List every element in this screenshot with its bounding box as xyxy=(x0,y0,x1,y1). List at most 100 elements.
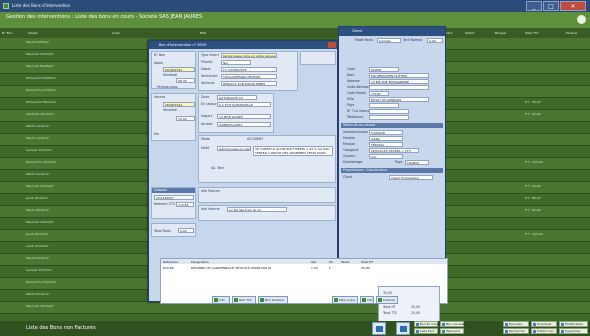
line-pu[interactable]: F xyxy=(329,266,331,270)
row-date: Samedi 12/10/12 xyxy=(26,148,52,152)
priorite-field[interactable]: Nul xyxy=(221,60,251,65)
print-icon[interactable] xyxy=(372,322,386,335)
supprimer-button[interactable]: Supprimer xyxy=(559,328,588,334)
nom-field[interactable]: MR SEBASTIEN DUTHEIL xyxy=(369,73,429,78)
depot-field[interactable]: FC AUTOROUTE xyxy=(221,67,277,72)
col-header-statut[interactable]: Statut xyxy=(465,31,474,35)
bon-livraison-button[interactable]: Bon livraison xyxy=(258,296,288,304)
couleur-field[interactable]: gris xyxy=(369,154,403,159)
maximize-button[interactable]: □ xyxy=(543,1,559,11)
col-header-etat[interactable]: Etat xyxy=(200,31,206,35)
suite-field[interactable] xyxy=(369,85,429,90)
row-date: Dimanche 13/10/12 xyxy=(26,160,56,164)
total-poids-field[interactable]: 0,00 xyxy=(178,228,194,233)
line-desig[interactable]: DEPANNE DE GARDIENNAGE VEHICULE LEGER PA… xyxy=(191,266,271,270)
settings-icon[interactable] xyxy=(577,15,586,24)
bon-en-cours-button[interactable]: Bon En Cours xyxy=(414,321,440,327)
app-header: Gestion des interventions : Liste des bo… xyxy=(0,12,590,28)
mise-a-jour-button[interactable]: Mise a jour xyxy=(332,296,358,304)
modele-field[interactable]: A4/RS xyxy=(369,136,403,141)
col-header-num[interactable]: N° Bon xyxy=(2,31,13,35)
line-qte[interactable]: 1,00 xyxy=(311,266,318,270)
cp-field[interactable]: 77160 xyxy=(369,91,389,96)
col-header-bloquer[interactable]: Bloquer xyxy=(495,31,507,35)
appel-date-field[interactable]: 09/08/2012 xyxy=(163,67,195,72)
bon-nouveau-button[interactable]: Bon nouveau xyxy=(440,321,466,327)
total-ht-label: Total HT xyxy=(383,305,396,309)
cloturer-button[interactable]: Cloturer xyxy=(376,296,398,304)
referent-field[interactable]: 170,83 xyxy=(176,202,194,207)
bon-dialog-close-button[interactable] xyxy=(328,42,336,48)
recherche-button[interactable]: Recherche xyxy=(503,328,529,334)
depart-field[interactable]: 14 JEAN JAURES xyxy=(217,114,271,119)
info-interne-field[interactable]: en att des frais du vh xyxy=(227,207,287,212)
col-header-ttc[interactable]: Total TTC xyxy=(525,31,539,35)
code-field[interactable]: OIVIER xyxy=(369,67,399,72)
appel2-field[interactable]: 10:00 xyxy=(176,116,195,121)
mode-facturation-field[interactable]: Compte xyxy=(377,38,401,43)
info2-button[interactable]: Info xyxy=(360,296,374,304)
adresse-label: Adresse xyxy=(347,79,360,83)
km-label: Km xyxy=(154,132,160,136)
note-field[interactable]: VH CARRE LE QUON PAR THIERRY 1,43 % AU D… xyxy=(253,146,333,156)
categorie-label: Categorie xyxy=(343,148,359,152)
appel-label: Appel xyxy=(154,61,164,65)
ville-field[interactable]: BUSSY ST GEORGES xyxy=(369,97,429,102)
info-button[interactable]: Info xyxy=(212,296,230,304)
telephone-field[interactable] xyxy=(369,115,409,120)
pays-field[interactable] xyxy=(369,103,399,108)
type-label: Type Interv xyxy=(201,53,219,57)
close-button[interactable]: ✕ xyxy=(560,1,586,11)
referent-label: Referent (TTC) xyxy=(154,202,177,206)
categorie-field[interactable]: VEHICULES LEGERS < 1T5 xyxy=(369,148,419,153)
col-header-libelle[interactable]: Libelle xyxy=(28,31,38,35)
mode-box: Mode ACCIDENT Motif Gardiennage Accueil … xyxy=(198,135,336,183)
tarif-label: Tarif Normal xyxy=(403,38,423,42)
heure-date-field[interactable]: 28/08/2012 xyxy=(163,102,195,107)
row-date: Mardi 11/10/12 xyxy=(26,124,49,128)
heure-day: Vendredi xyxy=(163,108,178,112)
type-field[interactable]: Remorquage dans un autre garage xyxy=(221,53,277,58)
proprietaire-label: Client xyxy=(343,175,353,179)
zone-field[interactable]: AUTOROUTE A3 xyxy=(217,95,257,100)
pendue-label: Pendue-vous xyxy=(157,85,178,89)
marque-field[interactable]: FERODIA xyxy=(369,142,403,147)
arrivee-field[interactable]: AUBERVILLIERS xyxy=(217,122,271,127)
pays-label: Pays xyxy=(347,103,355,107)
nouveau-button[interactable]: Nouveau xyxy=(503,321,529,327)
tarif-ttc-button[interactable]: Tarif TTC xyxy=(232,296,256,304)
minimize-button[interactable]: _ xyxy=(526,1,542,11)
vehicule-label: Vehicule xyxy=(201,81,215,85)
proprietaire-select[interactable]: Client_Proprietaire xyxy=(389,175,433,180)
adresse-field[interactable]: 13 BIS RUE BUSSIGNIERE xyxy=(369,79,429,84)
row-date: Dimanche 05/08/12 xyxy=(26,76,56,80)
edition-doc-button[interactable]: Edition Doc xyxy=(531,328,557,334)
tva-field[interactable] xyxy=(369,109,409,114)
immat-field[interactable]: CVZ4648 xyxy=(369,130,403,135)
tarif-field[interactable]: 0,00 xyxy=(427,38,443,43)
marque-label: Marque xyxy=(343,142,355,146)
secours-field[interactable]: K 2 EXIT ROMAINVILLE xyxy=(217,102,271,107)
dossier-field[interactable]: OD1225007 xyxy=(154,195,194,200)
paiement-button[interactable]: Paiement xyxy=(440,328,464,334)
row-total: HT : 135,00 xyxy=(525,160,543,164)
zone-label: Zone xyxy=(201,95,210,99)
line-total[interactable]: 35,00 xyxy=(361,266,370,270)
zone-box: Zone AUTOROUTE A3 En secours a K 2 EXIT … xyxy=(198,93,274,133)
row-total: HT : 145,00 xyxy=(525,232,543,236)
vehicule-field[interactable]: RENAULT 4GB-RIOUM 68MM xyxy=(221,81,277,86)
technicien-field[interactable]: TOUGALEMAND MICHAEL xyxy=(221,74,277,79)
line-ref[interactable]: DAILPR xyxy=(163,266,174,270)
row-date: Mardi 02/08/12 xyxy=(26,40,49,44)
dupliquer-button[interactable]: Dupliquer xyxy=(531,321,557,327)
col-header-code[interactable]: Code xyxy=(112,31,120,35)
appel-box: N° Bon Appel 09/08/2012 Vendredi 08:30 P… xyxy=(151,51,196,89)
motif-field[interactable]: Gardiennage Accueil xyxy=(217,146,251,151)
type-box: Type Interv Remorquage dans un autre gar… xyxy=(198,51,298,91)
modification-button[interactable]: Modification xyxy=(559,321,588,327)
nav-icon[interactable] xyxy=(396,322,410,335)
liste-fact-button[interactable]: Liste Fact. xyxy=(414,328,438,334)
col-header-facture[interactable]: Facture xyxy=(566,31,577,35)
appel-time-field[interactable]: 08:30 xyxy=(176,78,195,83)
pays2-field[interactable]: FRANCE xyxy=(405,160,429,165)
